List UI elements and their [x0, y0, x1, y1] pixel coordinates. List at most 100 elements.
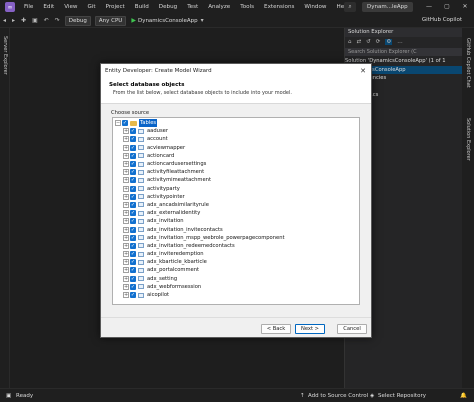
- menu-file[interactable]: File: [19, 0, 38, 14]
- expand-icon[interactable]: +: [123, 193, 129, 200]
- table-row[interactable]: + ✓ acviewmapper: [113, 144, 359, 152]
- checkbox-checked-icon[interactable]: ✓: [122, 120, 128, 127]
- checkbox-checked-icon[interactable]: ✓: [130, 161, 136, 168]
- tables-node-label[interactable]: Tables: [139, 119, 158, 128]
- solution-search-input[interactable]: Search Solution Explorer (C: [345, 48, 462, 56]
- checkbox-checked-icon[interactable]: ✓: [130, 152, 136, 159]
- table-row[interactable]: + ✓ account: [113, 135, 359, 143]
- expand-icon[interactable]: +: [123, 144, 129, 151]
- github-copilot-button[interactable]: GitHub Copilot: [422, 17, 462, 23]
- table-row[interactable]: + ✓ adx_externalidentity: [113, 209, 359, 217]
- table-row[interactable]: + ✓ activitymimeattachment: [113, 176, 359, 184]
- table-row[interactable]: + ✓ activitypointer: [113, 193, 359, 201]
- table-row[interactable]: + ✓ actioncardusersettings: [113, 160, 359, 168]
- checkbox-checked-icon[interactable]: ✓: [130, 185, 136, 192]
- notifications-bell-icon[interactable]: 🔔: [460, 389, 467, 402]
- expand-icon[interactable]: +: [123, 185, 129, 192]
- menu-project[interactable]: Project: [101, 0, 130, 14]
- dialog-close-icon[interactable]: ✕: [360, 64, 366, 78]
- select-repository-button[interactable]: Select Repository: [378, 389, 426, 402]
- table-row[interactable]: + ✓ adx_invitation_invitecontacts: [113, 225, 359, 233]
- forward-arrow-icon[interactable]: ▸: [9, 17, 18, 24]
- expand-icon[interactable]: +: [123, 259, 129, 266]
- table-row[interactable]: + ✓ adx_inviteredemption: [113, 250, 359, 258]
- checkbox-checked-icon[interactable]: ✓: [130, 169, 136, 176]
- server-explorer-tab[interactable]: Server Explorer: [2, 36, 8, 75]
- expand-icon[interactable]: +: [123, 210, 129, 217]
- expand-icon[interactable]: +: [123, 267, 129, 274]
- checkbox-checked-icon[interactable]: ✓: [130, 193, 136, 200]
- menu-edit[interactable]: Edit: [38, 0, 59, 14]
- checkbox-checked-icon[interactable]: ✓: [130, 267, 136, 274]
- minimize-icon[interactable]: —: [420, 0, 438, 14]
- menu-analyze[interactable]: Analyze: [203, 0, 235, 14]
- tree-root-row[interactable]: − ✓ Tables: [113, 119, 359, 128]
- table-row[interactable]: + ✓ adx_setting: [113, 275, 359, 283]
- table-row[interactable]: + ✓ aaduser: [113, 127, 359, 135]
- run-dropdown-icon[interactable]: ▾: [198, 17, 207, 24]
- expand-icon[interactable]: +: [123, 242, 129, 249]
- collapse-icon[interactable]: −: [115, 120, 121, 127]
- checkbox-checked-icon[interactable]: ✓: [130, 275, 136, 282]
- table-row[interactable]: + ✓ adx_kbarticle_kbarticle: [113, 258, 359, 266]
- table-row[interactable]: + ✓ adx_webformsession: [113, 283, 359, 291]
- menu-debug[interactable]: Debug: [154, 0, 182, 14]
- wrench-icon[interactable]: ⚙: [385, 39, 393, 45]
- menu-view[interactable]: View: [59, 0, 82, 14]
- configuration-select[interactable]: Debug: [64, 15, 91, 26]
- platform-select[interactable]: Any CPU: [94, 15, 127, 26]
- table-row[interactable]: + ✓ adx_ancadsimilarityrule: [113, 201, 359, 209]
- expand-icon[interactable]: +: [123, 136, 129, 143]
- solution-explorer-tab[interactable]: Solution Explorer: [465, 118, 471, 161]
- next-button[interactable]: Next >: [295, 324, 325, 334]
- table-row[interactable]: + ✓ adx_invitation_redeemedcontacts: [113, 242, 359, 250]
- more-icon[interactable]: …: [397, 39, 403, 45]
- checkbox-checked-icon[interactable]: ✓: [130, 234, 136, 241]
- expand-icon[interactable]: +: [123, 283, 129, 290]
- checkbox-checked-icon[interactable]: ✓: [130, 283, 136, 290]
- checkbox-checked-icon[interactable]: ✓: [130, 128, 136, 135]
- table-row[interactable]: + ✓ activityparty: [113, 185, 359, 193]
- add-to-source-control-button[interactable]: Add to Source Control: [308, 389, 368, 402]
- checkbox-checked-icon[interactable]: ✓: [130, 177, 136, 184]
- menu-git[interactable]: Git: [83, 0, 101, 14]
- expand-icon[interactable]: +: [123, 226, 129, 233]
- cancel-button[interactable]: Cancel: [337, 324, 367, 334]
- expand-icon[interactable]: +: [123, 234, 129, 241]
- database-objects-tree[interactable]: − ✓ Tables + ✓ aaduser + ✓ account + ✓ acviewmap…: [112, 117, 360, 305]
- expand-icon[interactable]: +: [123, 161, 129, 168]
- menu-window[interactable]: Window: [299, 0, 331, 14]
- table-row[interactable]: + ✓ adx_invitation_mspp_webrole_powerpagec…: [113, 234, 359, 242]
- table-row[interactable]: + ✓ activityfileattachment: [113, 168, 359, 176]
- expand-icon[interactable]: +: [123, 152, 129, 159]
- table-row[interactable]: + ✓ actioncard: [113, 152, 359, 160]
- back-arrow-icon[interactable]: ◂: [0, 17, 9, 24]
- checkbox-checked-icon[interactable]: ✓: [130, 292, 136, 299]
- table-row[interactable]: + ✓ adx_invitation: [113, 217, 359, 225]
- run-icon[interactable]: ▶: [131, 17, 136, 24]
- menu-build[interactable]: Build: [130, 0, 154, 14]
- refresh-icon[interactable]: ⟳: [376, 39, 381, 45]
- checkbox-checked-icon[interactable]: ✓: [130, 242, 136, 249]
- new-item-icon[interactable]: ✚: [18, 17, 29, 24]
- checkbox-checked-icon[interactable]: ✓: [130, 136, 136, 143]
- table-row[interactable]: + ✓ adx_portalcomment: [113, 266, 359, 274]
- checkbox-checked-icon[interactable]: ✓: [130, 201, 136, 208]
- redo-icon[interactable]: ↷: [52, 17, 63, 24]
- undo-icon[interactable]: ↶: [41, 17, 52, 24]
- checkbox-checked-icon[interactable]: ✓: [130, 210, 136, 217]
- checkbox-checked-icon[interactable]: ✓: [130, 218, 136, 225]
- expand-icon[interactable]: +: [123, 169, 129, 176]
- checkbox-checked-icon[interactable]: ✓: [130, 226, 136, 233]
- maximize-icon[interactable]: ▢: [438, 0, 456, 14]
- sync-icon[interactable]: ⇄: [357, 39, 362, 45]
- expand-icon[interactable]: +: [123, 292, 129, 299]
- run-target-button[interactable]: DynamicsConsoleApp: [138, 18, 198, 24]
- expand-icon[interactable]: +: [123, 177, 129, 184]
- expand-icon[interactable]: +: [123, 128, 129, 135]
- history-icon[interactable]: ↺: [366, 39, 371, 45]
- expand-icon[interactable]: +: [123, 275, 129, 282]
- table-row[interactable]: + ✓ aicopilot: [113, 291, 359, 299]
- close-icon[interactable]: ✕: [456, 0, 474, 14]
- search-icon[interactable]: ⌕: [344, 2, 356, 12]
